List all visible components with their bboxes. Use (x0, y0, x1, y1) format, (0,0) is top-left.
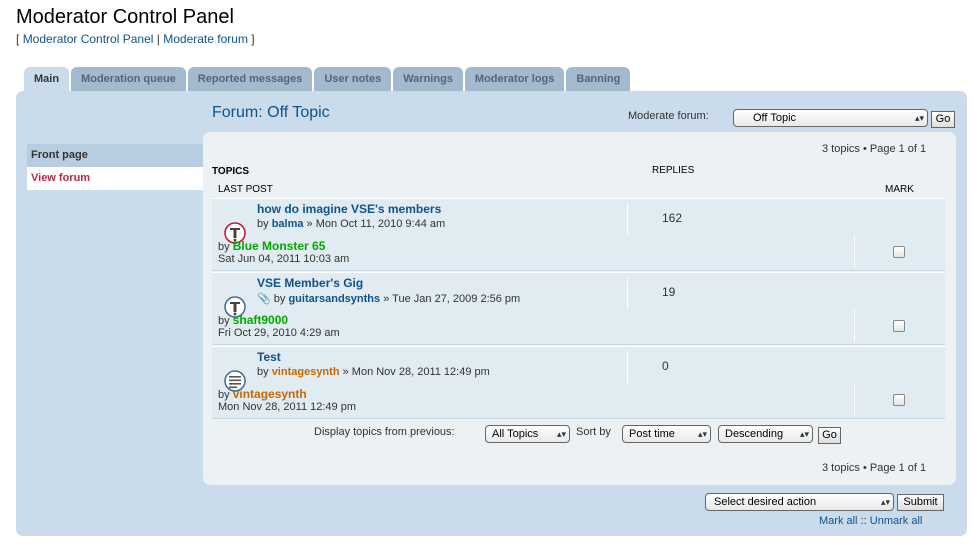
topic-author-link[interactable]: vintagesynth (272, 366, 340, 378)
sort-by-label: Sort by (576, 426, 611, 438)
table-row: how do imagine VSE's members by balma » … (212, 198, 945, 271)
display-options-label: Display topics from previous: (314, 426, 455, 438)
updown-arrows-icon: ▴▾ (880, 497, 890, 507)
mark-links: Mark all :: Unmark all (819, 515, 923, 527)
updown-arrows-icon: ▴▾ (697, 429, 707, 439)
sort-direction-select[interactable]: Descending ▴▾ (718, 425, 813, 443)
moderate-forum-go-button[interactable]: Go (931, 111, 955, 128)
last-post-time: Mon Nov 28, 2011 12:49 pm (218, 401, 356, 413)
tab-banning[interactable]: Banning (566, 67, 631, 91)
table-row: VSE Member's Gig 📎 by guitarsandsynths »… (212, 272, 945, 345)
sidebar-item-view-forum[interactable]: View forum (27, 167, 203, 190)
last-post-author-link[interactable]: shaft9000 (233, 313, 288, 327)
mcp-tabs: Main Moderation queue Reported messages … (24, 67, 631, 92)
sort-key-select[interactable]: Post time ▴▾ (622, 425, 711, 443)
display-period-select[interactable]: All Topics ▴▾ (485, 425, 570, 443)
moderate-forum-select[interactable]: Off Topic ▴▾ (733, 109, 928, 127)
col-replies: REPLIES (652, 165, 695, 176)
tab-reported-messages[interactable]: Reported messages (187, 67, 313, 91)
col-last-post: LAST POST (218, 184, 273, 195)
reply-count: 19 (662, 285, 676, 299)
topic-title-link[interactable]: VSE Member's Gig (257, 276, 363, 290)
submit-button[interactable]: Submit (897, 494, 944, 511)
last-post-time: Sat Jun 04, 2011 10:03 am (218, 253, 350, 265)
sidebar: Front page View forum (27, 144, 203, 190)
crumb-moderate-forum-link[interactable]: Moderate forum (163, 32, 248, 46)
pagination-top: 3 topics • Page 1 of 1 (822, 143, 927, 155)
tab-moderation-queue[interactable]: Moderation queue (71, 67, 186, 91)
forum-title: Forum: Off Topic (212, 104, 330, 121)
breadcrumb: [ Moderator Control Panel | Moderate for… (16, 32, 255, 46)
display-go-button[interactable]: Go (818, 427, 841, 444)
updown-arrows-icon: ▴▾ (799, 429, 809, 439)
moderator-action-select[interactable]: Select desired action ▴▾ (705, 493, 894, 511)
updown-arrows-icon: ▴▾ (556, 429, 566, 439)
last-post-author-link[interactable]: vintagesynth (233, 387, 307, 401)
unmark-all-link[interactable]: Unmark all (870, 515, 923, 527)
topic-title-link[interactable]: Test (257, 350, 281, 364)
tab-moderator-logs[interactable]: Moderator logs (464, 67, 565, 91)
crumb-mcp-link[interactable]: Moderator Control Panel (23, 32, 154, 46)
tab-user-notes[interactable]: User notes (314, 67, 392, 91)
tab-warnings[interactable]: Warnings (393, 67, 463, 91)
last-post-time: Fri Oct 29, 2010 4:29 am (218, 327, 340, 339)
tab-main[interactable]: Main (24, 67, 70, 92)
topic-title-link[interactable]: how do imagine VSE's members (257, 202, 441, 216)
mark-checkbox[interactable] (893, 320, 905, 332)
page-title: Moderator Control Panel (16, 6, 234, 28)
mark-checkbox[interactable] (893, 246, 905, 258)
sidebar-item-front-page[interactable]: Front page (27, 144, 203, 167)
table-row: Test by vintagesynth » Mon Nov 28, 2011 … (212, 346, 945, 419)
mark-checkbox[interactable] (893, 394, 905, 406)
reply-count: 162 (662, 211, 683, 225)
col-mark: MARK (885, 184, 914, 195)
reply-count: 0 (662, 359, 669, 373)
topic-author-link[interactable]: balma (272, 218, 304, 230)
pagination-bottom: 3 topics • Page 1 of 1 (822, 462, 927, 474)
attachment-icon: 📎 (257, 293, 271, 305)
last-post-author-link[interactable]: Blue Monster 65 (233, 239, 326, 253)
moderate-forum-label: Moderate forum: (628, 110, 709, 122)
mark-all-link[interactable]: Mark all (819, 515, 858, 527)
col-topics: TOPICS (212, 166, 250, 177)
topic-author-link[interactable]: guitarsandsynths (288, 293, 380, 305)
updown-arrows-icon: ▴▾ (914, 113, 924, 123)
